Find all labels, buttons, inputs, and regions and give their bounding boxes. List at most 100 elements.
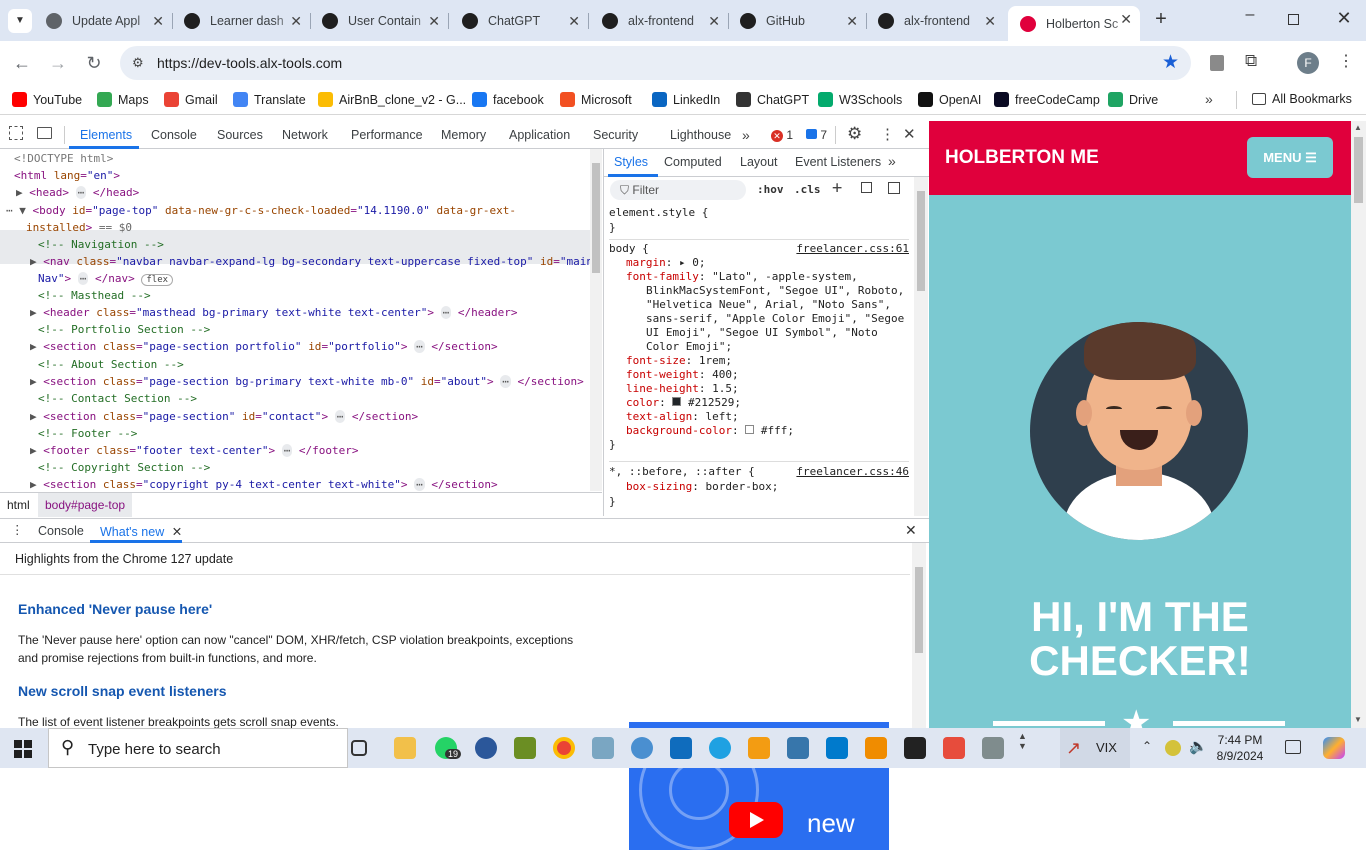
- bookmark-item[interactable]: AirBnB_clone_v2 - G...: [318, 92, 466, 107]
- dom-line[interactable]: ▶ <section class="page-section portfolio…: [30, 338, 498, 355]
- dom-line[interactable]: ▶ <section class="copyright py-4 text-ce…: [30, 476, 498, 491]
- bookmark-item[interactable]: Drive: [1108, 92, 1158, 107]
- profile-avatar[interactable]: F: [1297, 52, 1319, 74]
- close-tab-icon[interactable]: ✕: [172, 525, 182, 539]
- scroll-up-arrow[interactable]: ▲: [1354, 123, 1362, 132]
- dom-comment[interactable]: <!-- Contact Section -->: [38, 390, 197, 407]
- error-counter[interactable]: ✕ 1: [771, 128, 793, 142]
- sublime-icon[interactable]: [748, 737, 770, 759]
- vscode-icon[interactable]: [826, 737, 848, 759]
- dom-line[interactable]: ▶ <header class="masthead bg-primary tex…: [30, 304, 518, 321]
- bookmark-item[interactable]: facebook: [472, 92, 544, 107]
- computed-toggle-icon[interactable]: [861, 182, 872, 193]
- chevron-up-icon[interactable]: ▲ ▼: [1018, 731, 1027, 751]
- volume-icon[interactable]: 🔈: [1189, 737, 1208, 755]
- forward-button[interactable]: →: [46, 51, 70, 75]
- youtube-play-icon[interactable]: [729, 802, 783, 838]
- styles-scrollbar[interactable]: [914, 177, 928, 516]
- device-toolbar-icon[interactable]: [37, 127, 52, 139]
- drawer-scrollbar[interactable]: [912, 543, 926, 729]
- close-tab-icon[interactable]: ✕: [290, 13, 302, 30]
- close-devtools-icon[interactable]: ✕: [903, 125, 916, 143]
- close-window-button[interactable]: ✕: [1334, 8, 1354, 29]
- browser-tab[interactable]: Learner dash ✕: [172, 8, 310, 34]
- bookmark-item[interactable]: Translate: [233, 92, 306, 107]
- bookmark-item[interactable]: ChatGPT: [736, 92, 809, 107]
- scrollbar-thumb[interactable]: [915, 567, 923, 653]
- sidebar-toggle-icon[interactable]: [888, 182, 900, 194]
- site-info-icon[interactable]: ⚙: [132, 55, 144, 71]
- bookmark-star-icon[interactable]: ★: [1162, 51, 1179, 74]
- browser-tab[interactable]: User Contain ✕: [310, 8, 448, 34]
- elements-scrollbar[interactable]: [590, 149, 602, 491]
- dom-line[interactable]: <html lang="en">: [14, 167, 120, 184]
- bookmark-item[interactable]: W3Schools: [818, 92, 902, 107]
- app-icon[interactable]: [514, 737, 536, 759]
- devtools-tab[interactable]: Lighthouse: [670, 128, 731, 142]
- store-icon[interactable]: [943, 737, 965, 759]
- page-scrollbar[interactable]: ▲ ▼: [1351, 121, 1366, 728]
- all-bookmarks[interactable]: All Bookmarks: [1252, 92, 1352, 106]
- browser-tab[interactable]: ChatGPT ✕: [450, 8, 588, 34]
- bookmarks-overflow-icon[interactable]: »: [1205, 91, 1213, 107]
- feature-heading-1[interactable]: Enhanced 'Never pause here': [18, 601, 212, 617]
- menu-button[interactable]: MENU ☰: [1247, 137, 1333, 178]
- devtools-menu-icon[interactable]: ⋮: [880, 125, 895, 143]
- browser-tab[interactable]: alx-frontend ✕: [866, 8, 1004, 34]
- cls-toggle[interactable]: .cls: [794, 183, 821, 196]
- restore-button[interactable]: [1288, 14, 1299, 25]
- dom-comment[interactable]: <!-- About Section -->: [38, 356, 184, 373]
- vlc-icon[interactable]: [865, 737, 887, 759]
- scrollbar-thumb[interactable]: [592, 163, 600, 273]
- scrollbar-thumb[interactable]: [917, 191, 925, 291]
- scrollbar-thumb[interactable]: [1354, 137, 1363, 203]
- taskbar-search[interactable]: ⚲ Type here to search: [48, 728, 348, 768]
- windows-start-icon[interactable]: [14, 740, 32, 758]
- dom-line[interactable]: ▶ <footer class="footer text-center"> ⋯ …: [30, 442, 359, 459]
- new-rule-icon[interactable]: +: [832, 178, 842, 198]
- dom-line-selected[interactable]: installed> == $0: [26, 219, 132, 236]
- bookmark-item[interactable]: Gmail: [164, 92, 218, 107]
- tab-whats-new[interactable]: What's new ✕: [100, 524, 182, 539]
- dom-tree[interactable]: <!DOCTYPE html> <html lang="en"> ▶ <head…: [0, 149, 602, 491]
- close-tab-icon[interactable]: ✕: [846, 13, 858, 30]
- back-button[interactable]: ←: [10, 51, 34, 75]
- dom-comment[interactable]: <!-- Masthead -->: [38, 287, 151, 304]
- notifications-icon[interactable]: [1285, 740, 1301, 754]
- close-tab-icon[interactable]: ✕: [1120, 11, 1132, 28]
- dom-line[interactable]: ▶ <nav class="navbar navbar-expand-lg bg…: [30, 253, 593, 270]
- bookmark-item[interactable]: LinkedIn: [652, 92, 720, 107]
- drawer-menu-icon[interactable]: ⋮: [11, 522, 24, 537]
- extension-icon[interactable]: [1210, 55, 1224, 71]
- browser-tab[interactable]: Update Appl ✕: [34, 8, 172, 34]
- tab-layout[interactable]: Layout: [740, 155, 778, 169]
- dom-line-selected[interactable]: ⋯ ▼ <body id="page-top" data-new-gr-c-s-…: [6, 202, 516, 219]
- tab-search-button[interactable]: ▼: [8, 9, 32, 33]
- devtools-tab[interactable]: Security: [593, 128, 638, 142]
- devtools-tab[interactable]: Application: [509, 128, 570, 142]
- feature-heading-2[interactable]: New scroll snap event listeners: [18, 683, 227, 699]
- file-explorer-icon[interactable]: [394, 737, 416, 759]
- devtools-tab[interactable]: Network: [282, 128, 328, 142]
- python-icon[interactable]: [787, 737, 809, 759]
- devtools-tab[interactable]: Performance: [351, 128, 423, 142]
- url-text[interactable]: https://dev-tools.alx-tools.com: [157, 55, 342, 71]
- new-tab-button[interactable]: +: [1150, 8, 1172, 30]
- bookmark-item[interactable]: OpenAI: [918, 92, 981, 107]
- reload-button[interactable]: ↻: [82, 51, 106, 75]
- copilot-icon[interactable]: [1323, 737, 1345, 759]
- scroll-down-arrow[interactable]: ▼: [1354, 715, 1362, 724]
- dom-comment[interactable]: <!-- Footer -->: [38, 425, 137, 442]
- extensions-puzzle-icon[interactable]: ⧉: [1245, 51, 1257, 71]
- bookmark-item[interactable]: freeCodeCamp: [994, 92, 1100, 107]
- app-icon[interactable]: [982, 737, 1004, 759]
- clock[interactable]: 7:44 PM 8/9/2024: [1214, 732, 1266, 764]
- devtools-tab[interactable]: Memory: [441, 128, 486, 142]
- whatsapp-icon[interactable]: 19: [435, 737, 462, 759]
- crumb-body[interactable]: body#page-top: [38, 493, 133, 517]
- browser-tab[interactable]: Holberton Sc ✕: [1008, 6, 1140, 41]
- edge-icon[interactable]: [709, 737, 731, 759]
- devtools-tab[interactable]: Sources: [217, 128, 263, 142]
- minimize-button[interactable]: –: [1240, 6, 1260, 24]
- dom-comment[interactable]: <!-- Navigation -->: [38, 236, 164, 253]
